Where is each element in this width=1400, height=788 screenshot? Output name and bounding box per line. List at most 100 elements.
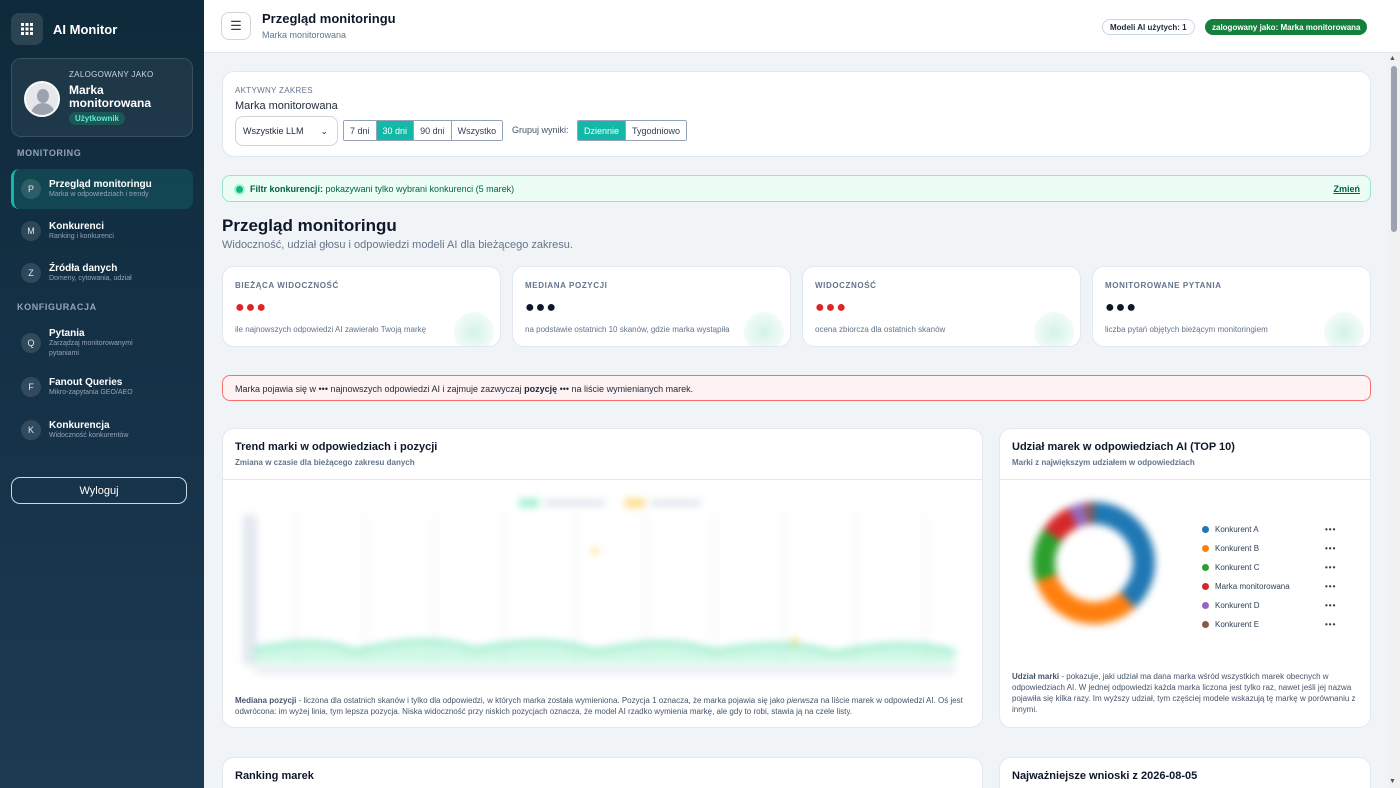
grid-icon[interactable] <box>11 13 43 45</box>
note-bold: Mediana pozycji <box>235 696 297 705</box>
kpi-desc: ile najnowszych odpowiedzi AI zawierało … <box>235 325 427 334</box>
page-title: Przegląd monitoringu <box>262 11 396 26</box>
legend-value: ••• <box>1325 582 1337 591</box>
group-weekly[interactable]: Tygodniowo <box>626 121 687 140</box>
nav-title: Konkurenci <box>49 220 105 232</box>
page-subtitle: Marka monitorowana <box>262 30 347 40</box>
share-legend: Konkurent A ••• Konkurent B ••• Konkurent … <box>1202 520 1352 634</box>
scroll-down-icon[interactable]: ▼ <box>1389 778 1396 785</box>
trend-panel: Trend marki w odpowiedziach i pozycji Zm… <box>222 428 983 728</box>
nav-item-pytania[interactable]: Q Pytania Zarządzaj monitorowanymi pytani… <box>11 319 193 367</box>
nav-letter-icon: Q <box>21 333 41 353</box>
alert-value-2: ••• <box>557 384 570 394</box>
legend-value: ••• <box>1325 563 1337 572</box>
legend-value: ••• <box>1325 525 1337 534</box>
scroll-up-icon[interactable]: ▲ <box>1389 55 1396 62</box>
legend-item[interactable]: Konkurent B ••• <box>1202 539 1352 558</box>
kpi-card-current-visibility: BIEŻĄCA WIDOCZNOŚĆ ●●● ile najnowszych o… <box>222 266 501 347</box>
share-subtitle: Marki z największym udziałem w odpowiedz… <box>1012 458 1195 467</box>
llm-select[interactable]: Wszystkie LLM ⌄ <box>235 116 338 146</box>
kpi-label: MONITOROWANE PYTANIA <box>1105 281 1222 290</box>
logout-button[interactable]: Wyloguj <box>11 477 187 504</box>
share-donut-chart-blurred <box>1033 502 1155 624</box>
trend-subtitle: Zmiana w czasie dla bieżącego zakresu da… <box>235 458 415 467</box>
trend-chart-blurred <box>243 499 956 673</box>
share-note: Udział marki - pokazuje, jaki udział ma … <box>1012 671 1357 715</box>
nav-title: Konkurencja <box>49 419 110 431</box>
kpi-card-median-position: MEDIANA POZYCJI ●●● na podstawie ostatni… <box>512 266 791 347</box>
nav-sub: Zarządzaj monitorowanymi pytaniami <box>49 339 133 357</box>
scrollbar-thumb[interactable] <box>1391 66 1397 232</box>
kpi-glow <box>744 312 784 346</box>
period-selector: 7 dni 30 dni 90 dni Wszystko <box>343 120 504 141</box>
brand-share-panel: Udział marek w odpowiedziach AI (TOP 10)… <box>999 428 1371 728</box>
legend-dot <box>1202 621 1209 628</box>
period-30d[interactable]: 30 dni <box>376 121 415 140</box>
trend-note: Mediana pozycji - liczona dla ostatnich … <box>235 695 970 717</box>
change-filter-link[interactable]: Zmień <box>1333 184 1360 194</box>
competitor-filter-bar: Filtr konkurencji: pokazywani tylko wybr… <box>222 175 1371 202</box>
insights-title: Najważniejsze wnioski z 2026-08-05 <box>1012 770 1198 782</box>
alert-text-1: Marka pojawia się w <box>235 384 319 394</box>
legend-item[interactable]: Konkurent A ••• <box>1202 520 1352 539</box>
legend-item[interactable]: Konkurent D ••• <box>1202 596 1352 615</box>
legend-name: Konkurent E <box>1215 620 1260 629</box>
nav-item-zrodla[interactable]: Z Źródła danych Domeny, cytowania, udział <box>11 253 193 293</box>
nav-letter-icon: K <box>21 420 41 440</box>
kpi-desc: na podstawie ostatnich 10 skanów, gdzie … <box>525 325 730 334</box>
nav-title: Źródła danych <box>49 262 118 274</box>
nav-sub: Marka w odpowiedziach i trendy <box>49 190 149 198</box>
legend-name: Konkurent A <box>1215 525 1259 534</box>
period-90d[interactable]: 90 dni <box>414 121 452 140</box>
kpi-label: BIEŻĄCA WIDOCZNOŚĆ <box>235 281 339 290</box>
legend-name: Konkurent B <box>1215 544 1260 553</box>
legend-item[interactable]: Konkurent C ••• <box>1202 558 1352 577</box>
note-text-1: - liczona dla ostatnich skanów i tylko d… <box>296 696 787 705</box>
legend-name: Marka monitorowana <box>1215 582 1290 591</box>
alert-value-1: ••• <box>318 384 328 394</box>
legend-item[interactable]: Konkurent E ••• <box>1202 615 1352 634</box>
nav-sub: Domeny, cytowania, udział <box>49 274 132 282</box>
kpi-glow <box>1034 312 1074 346</box>
nav-title: Przegląd monitoringu <box>49 178 152 190</box>
status-dot-icon <box>236 186 243 193</box>
alert-bold: pozycję <box>524 384 558 394</box>
kpi-desc: liczba pytań objętych bieżącym monitorin… <box>1105 325 1268 334</box>
kpi-value: ●●● <box>235 299 267 316</box>
legend-dot <box>1202 564 1209 571</box>
avatar <box>24 81 60 117</box>
legend-value: ••• <box>1325 544 1337 553</box>
kpi-glow <box>1324 312 1364 346</box>
period-7d[interactable]: 7 dni <box>344 121 377 140</box>
kpi-value: ●●● <box>815 299 847 316</box>
menu-icon[interactable]: ☰ <box>221 12 251 40</box>
nav-title: Fanout Queries <box>49 376 123 388</box>
kpi-label: WIDOCZNOŚĆ <box>815 281 877 290</box>
period-all[interactable]: Wszystko <box>451 121 503 140</box>
nav-item-fanout[interactable]: F Fanout Queries Mikro-zapytania GEO/AEO <box>11 367 193 407</box>
nav-item-konkurenci[interactable]: M Konkurenci Ranking i konkurenci <box>11 211 193 251</box>
divider <box>223 479 982 480</box>
nav-item-przeglad[interactable]: P Przegląd monitoringu Marka w odpowiedzi… <box>11 169 193 209</box>
group-selector: Dziennie Tygodniowo <box>577 120 688 141</box>
section-config: KONFIGURACJA <box>17 302 97 312</box>
legend-name: Konkurent C <box>1215 563 1260 572</box>
nav-letter-icon: M <box>21 221 41 241</box>
kpi-desc: ocena zbiorcza dla ostatnich skanów <box>815 325 946 334</box>
range-value: Marka monitorowana <box>235 100 338 112</box>
range-label: AKTYWNY ZAKRES <box>235 86 313 95</box>
legend-item[interactable]: Marka monitorowana ••• <box>1202 577 1352 596</box>
insights-panel: Najważniejsze wnioski z 2026-08-05 <box>999 757 1371 788</box>
kpi-glow <box>454 312 494 346</box>
kpi-card-visibility: WIDOCZNOŚĆ ●●● ocena zbiorcza dla ostatn… <box>802 266 1081 347</box>
nav-item-konkurencja[interactable]: K Konkurencja Widoczność konkurentów <box>11 410 193 450</box>
role-badge: Użytkownik <box>69 112 126 125</box>
legend-dot <box>1202 526 1209 533</box>
legend-value: ••• <box>1325 620 1337 629</box>
app-title: AI Monitor <box>53 21 118 37</box>
ranking-panel: Ranking marek <box>222 757 983 788</box>
active-range-card: AKTYWNY ZAKRES Marka monitorowana Wszyst… <box>222 71 1371 157</box>
group-label: Grupuj wyniki: <box>512 125 569 135</box>
group-daily[interactable]: Dziennie <box>578 121 627 140</box>
models-badge: Modeli AI użytych: 1 <box>1102 19 1195 35</box>
